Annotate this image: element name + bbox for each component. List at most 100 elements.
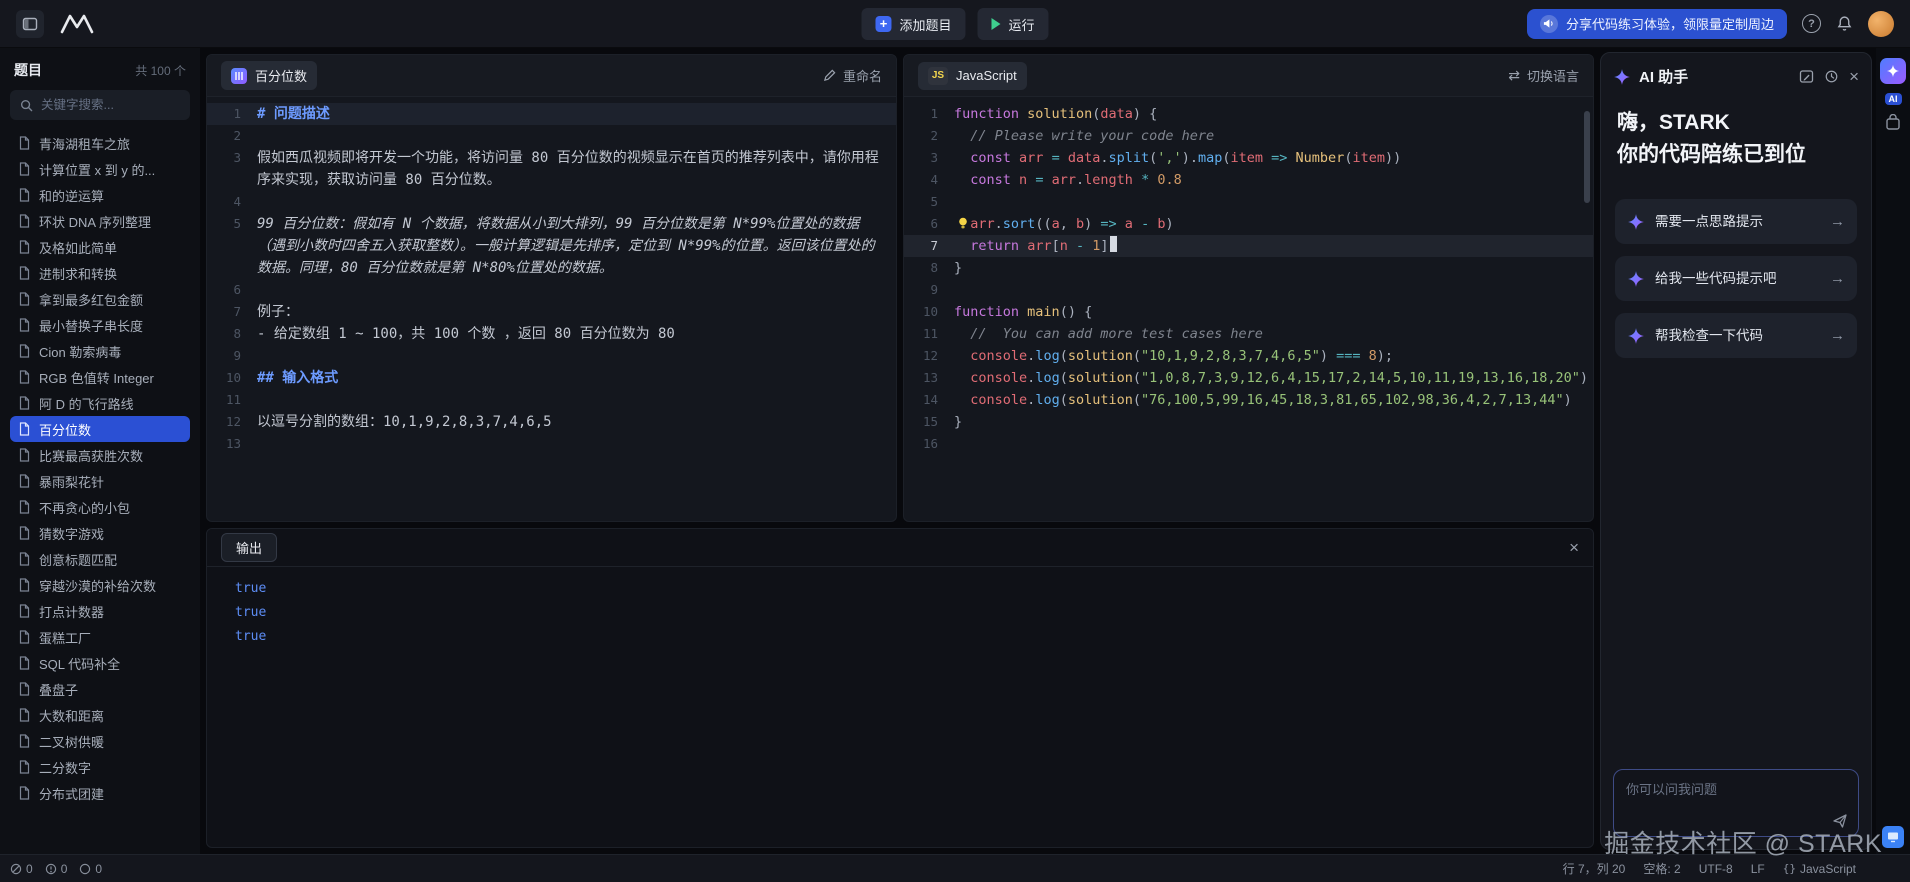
problem-content[interactable]: 1 # 问题描述 2 3 假如西瓜视频即将开发一个功能，将访问量 80 百分位数的视频显… bbox=[207, 97, 896, 521]
ai-input[interactable] bbox=[1626, 779, 1846, 817]
help-icon[interactable]: ? bbox=[1802, 14, 1821, 33]
add-problem-button[interactable]: + 添加题目 bbox=[861, 8, 966, 40]
code-line[interactable]: 9 bbox=[904, 279, 1593, 301]
panel-toggle-button[interactable] bbox=[16, 9, 44, 38]
code-line[interactable]: 11 // You can add more test cases here bbox=[904, 323, 1593, 345]
sidebar-item[interactable]: 创意标题匹配 bbox=[10, 546, 190, 572]
sidebar-item[interactable]: 比赛最高获胜次数 bbox=[10, 442, 190, 468]
ai-suggestion-card[interactable]: 帮我检查一下代码 → bbox=[1615, 313, 1857, 358]
ai-suggestion-card[interactable]: 需要一点思路提示 → bbox=[1615, 199, 1857, 244]
sidebar-item[interactable]: SQL 代码补全 bbox=[10, 650, 190, 676]
sidebar-item-label: 创意标题匹配 bbox=[39, 552, 118, 568]
sidebar-item[interactable]: 大数和距离 bbox=[10, 702, 190, 728]
sidebar-item[interactable]: 叠盘子 bbox=[10, 676, 190, 702]
language-tab[interactable]: JS JavaScript bbox=[918, 61, 1027, 90]
problem-line[interactable]: 12 以逗号分割的数组：10,1,9,2,8,3,7,4,6,5 bbox=[207, 411, 896, 433]
eol[interactable]: LF bbox=[1751, 862, 1765, 876]
sidebar-item[interactable]: 最小替换子串长度 bbox=[10, 312, 190, 338]
code-line[interactable]: 6 arr.sort((a, b) => a - b) bbox=[904, 213, 1593, 235]
rename-button[interactable]: 重命名 bbox=[823, 66, 882, 85]
code-line[interactable]: 2 // Please write your code here bbox=[904, 125, 1593, 147]
sidebar-item[interactable]: 环状 DNA 序列整理 bbox=[10, 208, 190, 234]
close-output-icon[interactable]: × bbox=[1569, 538, 1579, 558]
problem-tab[interactable]: 百分位数 bbox=[221, 61, 318, 90]
problem-line[interactable]: 1 # 问题描述 bbox=[207, 103, 896, 125]
sidebar-item[interactable]: 蛋糕工厂 bbox=[10, 624, 190, 650]
line-number: 5 bbox=[233, 216, 241, 231]
sidebar-item[interactable]: 分布式团建 bbox=[10, 780, 190, 806]
problem-line[interactable]: 3 假如西瓜视频即将开发一个功能，将访问量 80 百分位数的视频显示在首页的推荐列… bbox=[207, 147, 896, 191]
cursor-position[interactable]: 行 7，列 20 bbox=[1563, 860, 1626, 877]
code-line[interactable]: 12 console.log(solution("10,1,9,2,8,3,7,… bbox=[904, 345, 1593, 367]
monitor-icon[interactable] bbox=[1882, 826, 1904, 848]
code-content[interactable]: 1 function solution(data) {2 // Please wr… bbox=[904, 97, 1593, 521]
code-line[interactable]: 10 function main() { bbox=[904, 301, 1593, 323]
ai-greeting-line1: 嗨，STARK bbox=[1617, 111, 1730, 134]
sidebar-item[interactable]: 计算位置 x 到 y 的... bbox=[10, 156, 190, 182]
encoding[interactable]: UTF-8 bbox=[1699, 862, 1733, 876]
history-icon[interactable] bbox=[1824, 69, 1839, 84]
problem-line[interactable]: 13 bbox=[207, 433, 896, 455]
warning-count[interactable]: 0 bbox=[45, 862, 67, 876]
sidebar-item[interactable]: 拿到最多红包金额 bbox=[10, 286, 190, 312]
sidebar-item[interactable]: 和的逆运算 bbox=[10, 182, 190, 208]
code-line[interactable]: 4 const n = arr.length * 0.8 bbox=[904, 169, 1593, 191]
search-box[interactable] bbox=[10, 90, 190, 120]
sidebar-item[interactable]: Cion 勒索病毒 bbox=[10, 338, 190, 364]
code-line[interactable]: 16 bbox=[904, 433, 1593, 455]
banner-text: 分享代码练习体验，领限量定制周边 bbox=[1565, 17, 1774, 32]
avatar[interactable] bbox=[1868, 10, 1894, 37]
info-count[interactable]: 0 bbox=[79, 862, 102, 876]
secondary-tool-icon[interactable] bbox=[1884, 114, 1902, 132]
switch-language-button[interactable]: ⇄ 切换语言 bbox=[1508, 66, 1579, 85]
document-icon bbox=[18, 552, 31, 566]
sidebar-item[interactable]: RGB 色值转 Integer bbox=[10, 364, 190, 390]
sidebar-item[interactable]: 青海湖租车之旅 bbox=[10, 130, 190, 156]
code-line[interactable]: 1 function solution(data) { bbox=[904, 103, 1593, 125]
ai-toggle-button[interactable] bbox=[1880, 58, 1906, 84]
sidebar-item[interactable]: 穿越沙漠的补给次数 bbox=[10, 572, 190, 598]
problem-line[interactable]: 9 bbox=[207, 345, 896, 367]
sidebar-item[interactable]: 暴雨梨花针 bbox=[10, 468, 190, 494]
problem-line[interactable]: 2 bbox=[207, 125, 896, 147]
lightbulb-icon[interactable] bbox=[956, 216, 970, 230]
problem-line[interactable]: 11 bbox=[207, 389, 896, 411]
problem-line[interactable]: 7 例子： bbox=[207, 301, 896, 323]
output-tab[interactable]: 输出 bbox=[221, 533, 278, 562]
sidebar-item[interactable]: 二叉树供暖 bbox=[10, 728, 190, 754]
code-line[interactable]: 14 console.log(solution("76,100,5,99,16,… bbox=[904, 389, 1593, 411]
search-icon bbox=[20, 99, 33, 112]
language-mode[interactable]: {} JavaScript bbox=[1783, 862, 1856, 876]
code-line[interactable]: 15} bbox=[904, 411, 1593, 433]
run-button[interactable]: 运行 bbox=[977, 8, 1049, 40]
indentation[interactable]: 空格: 2 bbox=[1643, 860, 1680, 877]
new-chat-icon[interactable] bbox=[1799, 69, 1814, 84]
sidebar-item[interactable]: 二分数字 bbox=[10, 754, 190, 780]
sidebar-item[interactable]: 不再贪心的小包 bbox=[10, 494, 190, 520]
problem-line[interactable]: 6 bbox=[207, 279, 896, 301]
ai-suggestion-label: 需要一点思路提示 bbox=[1655, 214, 1763, 229]
problem-line[interactable]: 8 - 给定数组 1 ~ 100，共 100 个数 ，返回 80 百分位数为 80 bbox=[207, 323, 896, 345]
problem-line[interactable]: 5 99 百分位数：假如有 N 个数据，将数据从小到大排列，99 百分位数是第 N… bbox=[207, 213, 896, 279]
search-input[interactable] bbox=[41, 98, 180, 112]
code-line[interactable]: 5 bbox=[904, 191, 1593, 213]
problem-line[interactable]: 4 bbox=[207, 191, 896, 213]
sidebar-item-label: 最小替换子串长度 bbox=[39, 318, 144, 334]
sidebar-item[interactable]: 进制求和转换 bbox=[10, 260, 190, 286]
close-ai-icon[interactable]: × bbox=[1849, 68, 1859, 85]
error-count[interactable]: 0 bbox=[10, 862, 33, 876]
code-line[interactable]: 7 return arr[n - 1] bbox=[904, 235, 1593, 257]
ai-suggestion-card[interactable]: 给我一些代码提示吧 → bbox=[1615, 256, 1857, 301]
problem-line[interactable]: 10 ## 输入格式 bbox=[207, 367, 896, 389]
sidebar-item-selected[interactable]: 百分位数 bbox=[10, 416, 190, 442]
sidebar-item[interactable]: 猜数字游戏 bbox=[10, 520, 190, 546]
code-line[interactable]: 3 const arr = data.split(',').map(item =… bbox=[904, 147, 1593, 169]
code-line[interactable]: 8} bbox=[904, 257, 1593, 279]
sidebar-item[interactable]: 阿 D 的飞行路线 bbox=[10, 390, 190, 416]
bell-icon[interactable] bbox=[1836, 15, 1853, 32]
play-icon bbox=[991, 18, 1001, 30]
promo-banner[interactable]: 分享代码练习体验，领限量定制周边 bbox=[1526, 8, 1787, 39]
sidebar-item[interactable]: 打点计数器 bbox=[10, 598, 190, 624]
sidebar-item[interactable]: 及格如此简单 bbox=[10, 234, 190, 260]
code-line[interactable]: 13 console.log(solution("1,0,8,7,3,9,12,… bbox=[904, 367, 1593, 389]
